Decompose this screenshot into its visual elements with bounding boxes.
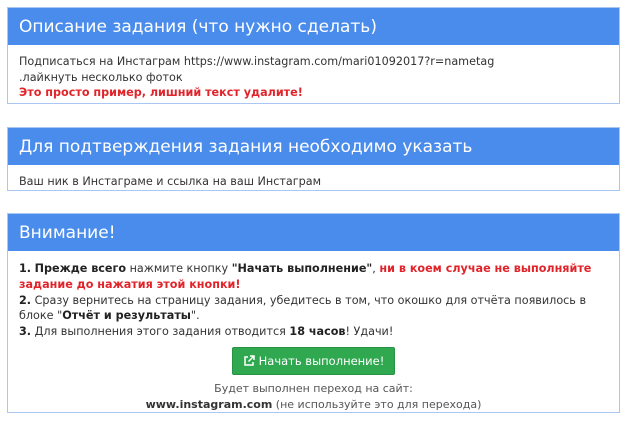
step-2-end: ". [190, 309, 200, 323]
step-1-bold: Прежде всего [34, 262, 127, 275]
confirmation-requirements-text: Ваш ник в Инстаграме и ссылка на ваш Инс… [19, 175, 322, 188]
redirect-site: www.instagram.com [145, 397, 273, 411]
step-3-text: Для выполнения этого задания отводится [31, 325, 290, 339]
confirmation-requirements-panel: Для подтверждения задания необходимо ука… [7, 127, 620, 191]
step-2-block-name: Отчёт и результаты [62, 309, 191, 323]
redirect-hint: (не используйте это для перехода) [272, 397, 482, 411]
confirmation-requirements-body: Ваш ник в Инстаграме и ссылка на ваш Инс… [8, 165, 619, 190]
step-3-end: ! Удачи! [345, 325, 394, 339]
start-button-row: Начать выполнение! [19, 346, 608, 375]
step-1-number: 1. [19, 262, 32, 275]
redirect-site-line: www.instagram.com (не используйте это дл… [19, 397, 608, 413]
task-description-panel: Описание задания (что нужно сделать) Под… [7, 7, 620, 104]
attention-body: 1. Прежде всего нажмите кнопку "Начать в… [8, 251, 619, 413]
task-description-line-1: Подписаться на Инстаграм https://www.ins… [19, 55, 495, 68]
redirect-note: Будет выполнен переход на сайт: www.inst… [19, 381, 608, 413]
task-description-line-2: .лайкнуть несколько фоток [19, 70, 183, 84]
instruction-step-1: 1. Прежде всего нажмите кнопку "Начать в… [19, 261, 608, 293]
step-3-hours: 18 часов [289, 325, 346, 339]
confirmation-requirements-title: Для подтверждения задания необходимо ука… [8, 128, 619, 165]
example-warning-text: Это просто пример, лишний текст удалите! [19, 86, 303, 99]
start-task-button[interactable]: Начать выполнение! [231, 346, 396, 375]
task-description-body: Подписаться на Инстаграм https://www.ins… [8, 45, 619, 101]
step-3-number: 3. [19, 325, 32, 339]
start-task-button-label: Начать выполнение! [258, 353, 385, 368]
instruction-step-3: 3. Для выполнения этого задания отводитс… [19, 324, 608, 340]
step-2-number: 2. [19, 293, 32, 307]
task-description-title: Описание задания (что нужно сделать) [8, 8, 619, 45]
attention-panel: Внимание! 1. Прежде всего нажмите кнопку… [7, 213, 620, 413]
external-link-icon [243, 354, 259, 368]
step-1-text: нажмите кнопку [126, 262, 232, 275]
step-1-button-reference: "Начать выполнение" [231, 262, 373, 275]
instruction-step-2: 2. Сразу вернитесь на страницу задания, … [19, 293, 608, 325]
attention-title: Внимание! [8, 214, 619, 251]
redirect-note-text: Будет выполнен переход на сайт: [214, 381, 413, 395]
